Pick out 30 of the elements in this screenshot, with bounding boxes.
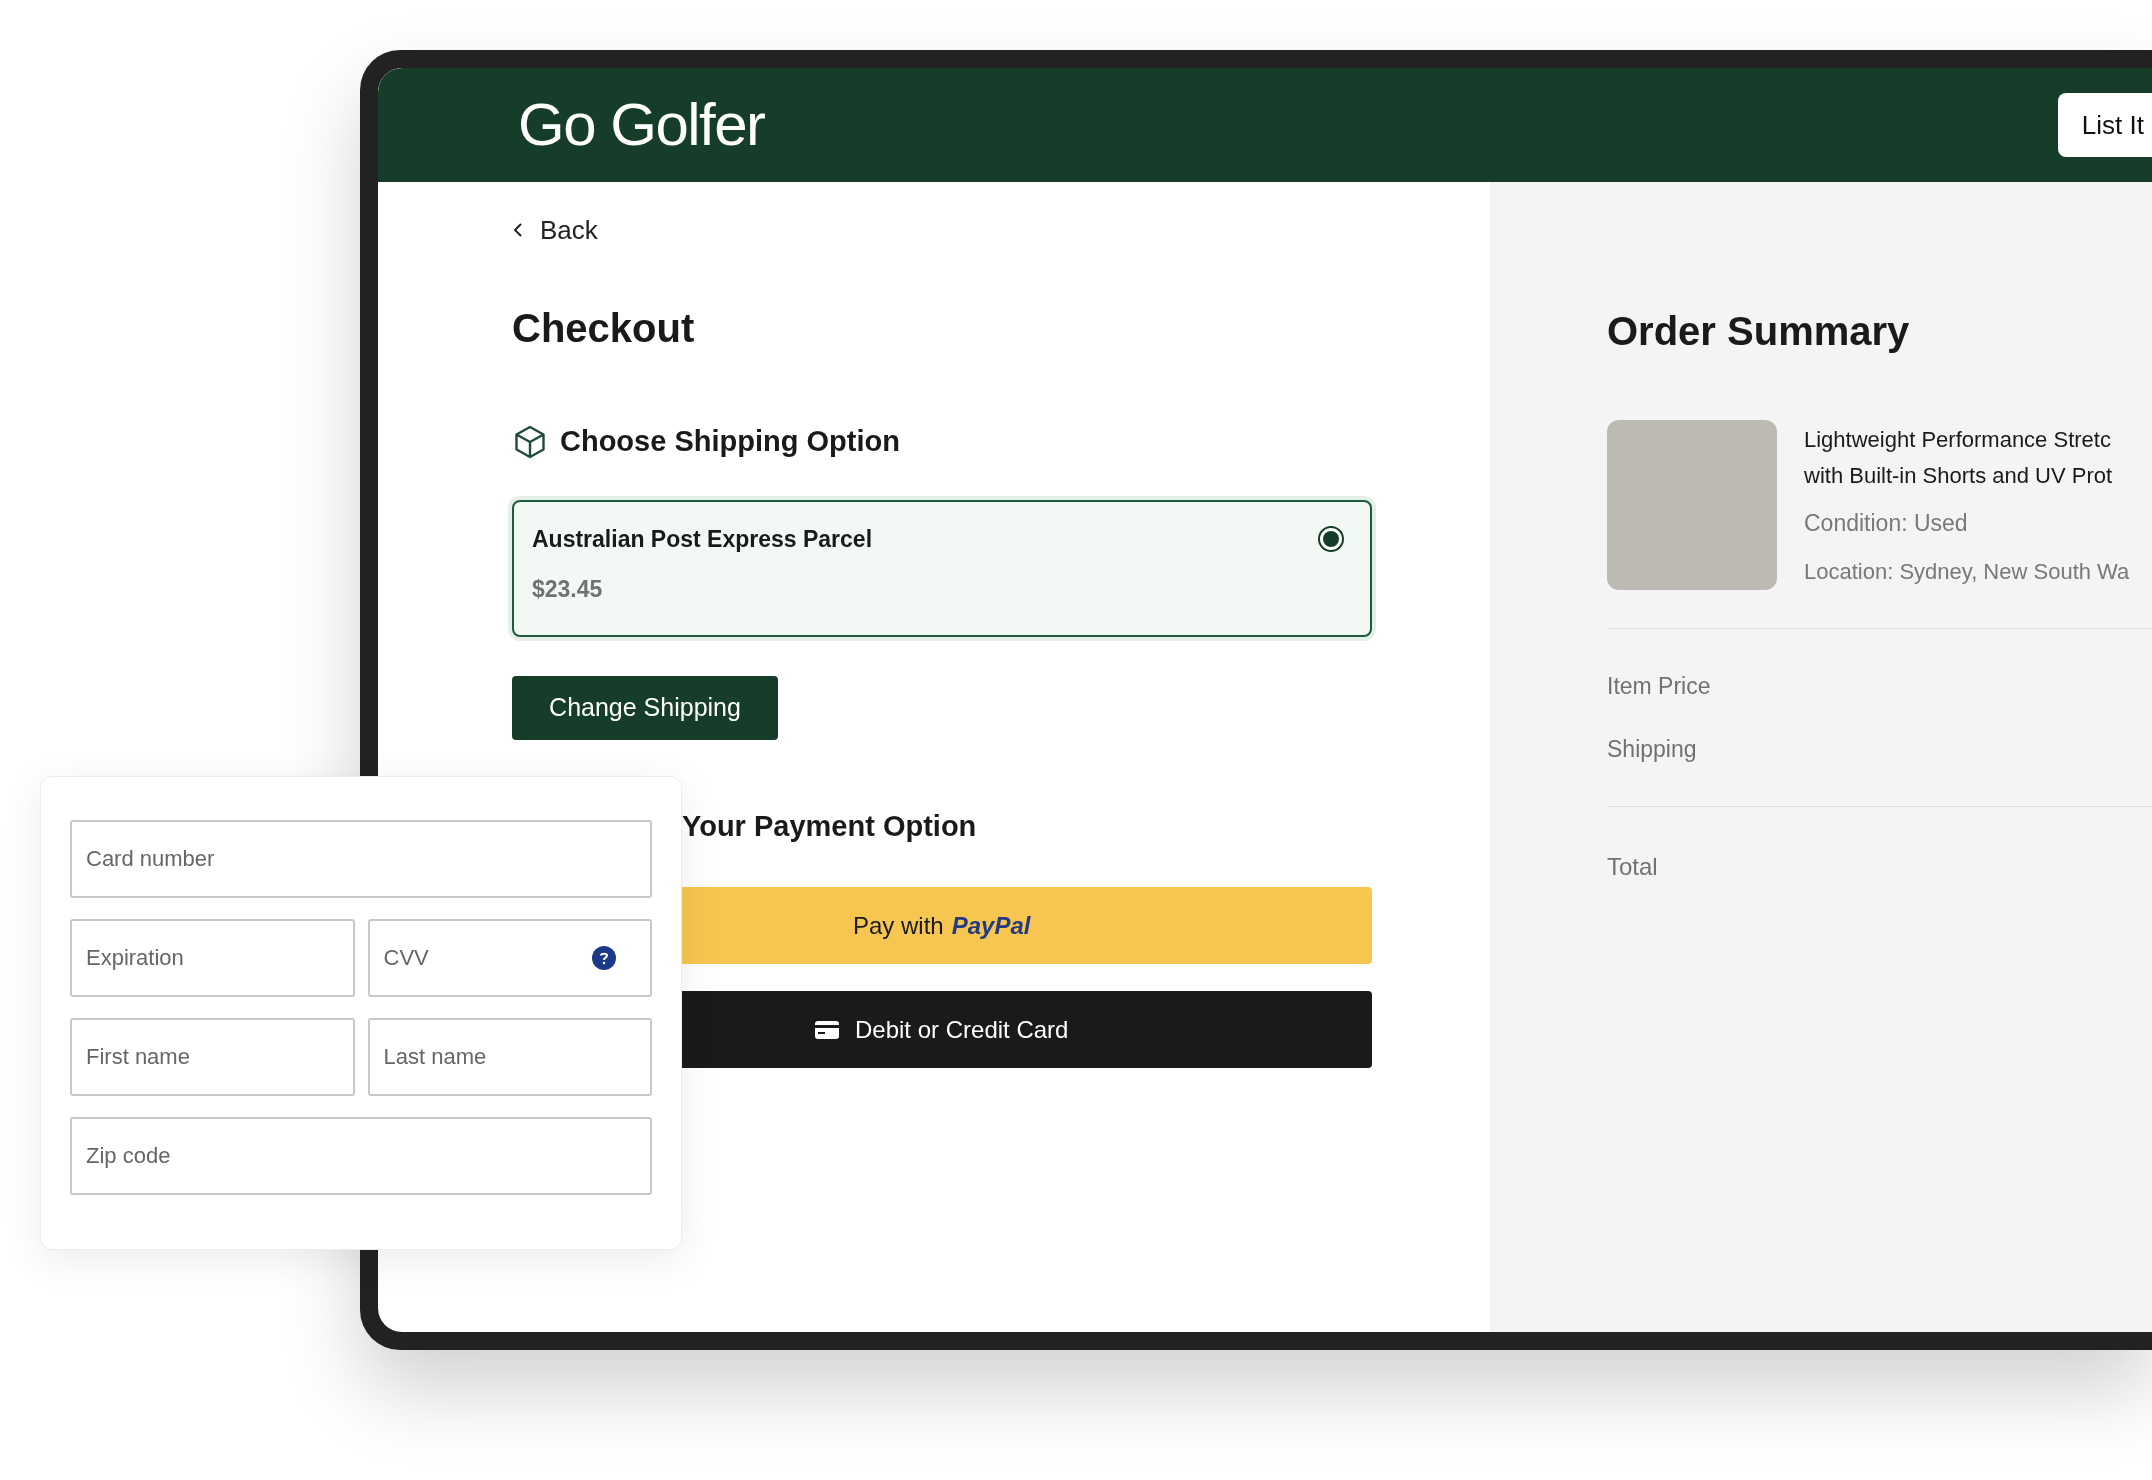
input-field[interactable]: CVV [367,919,652,997]
item-condition: Condition: Used [1804,509,1969,538]
logo[interactable]: Go Golfer [518,80,765,170]
input-field[interactable]: Card number [70,820,652,898]
list-item-button[interactable]: List It [2057,93,2152,157]
input-field[interactable]: Expiration [70,919,355,997]
option-name: Australian Post Express Parcel [532,524,873,554]
price-label: Shipping [1607,734,1698,764]
credit-card-icon [815,1020,839,1039]
total-label: Total [1607,852,1659,882]
option-price: $23.45 [532,575,604,604]
page-title: Checkout [512,305,696,352]
change-shipping-button[interactable]: Change Shipping [512,675,778,740]
item-title: Lightweight Performance Stretc [1804,426,2112,454]
price-label: Item Price [1607,672,1712,701]
radio-button[interactable] [1318,525,1344,552]
section-heading: Choose Shipping Option [560,424,900,459]
card-payment-button[interactable]: Debit or Credit Card [682,991,1372,1068]
input-field[interactable]: Zip code [70,1117,652,1195]
chevron-left-icon [512,221,524,239]
paypal-button[interactable]: Pay with PayPal [682,887,1372,964]
item-title: with Built-in Shorts and UV Prot [1804,462,2114,490]
item-location: Location: Sydney, New South Wa [1804,557,2130,586]
back-link[interactable]: Back [512,210,1490,250]
input-field[interactable]: First name [70,1018,355,1096]
order-summary-title: Order Summary [1607,308,1911,355]
paypal-logo: PayPal [951,910,1031,941]
input-field[interactable]: Last name [367,1018,652,1096]
box-icon [512,423,548,460]
section-heading: Your Payment Option [681,808,978,844]
